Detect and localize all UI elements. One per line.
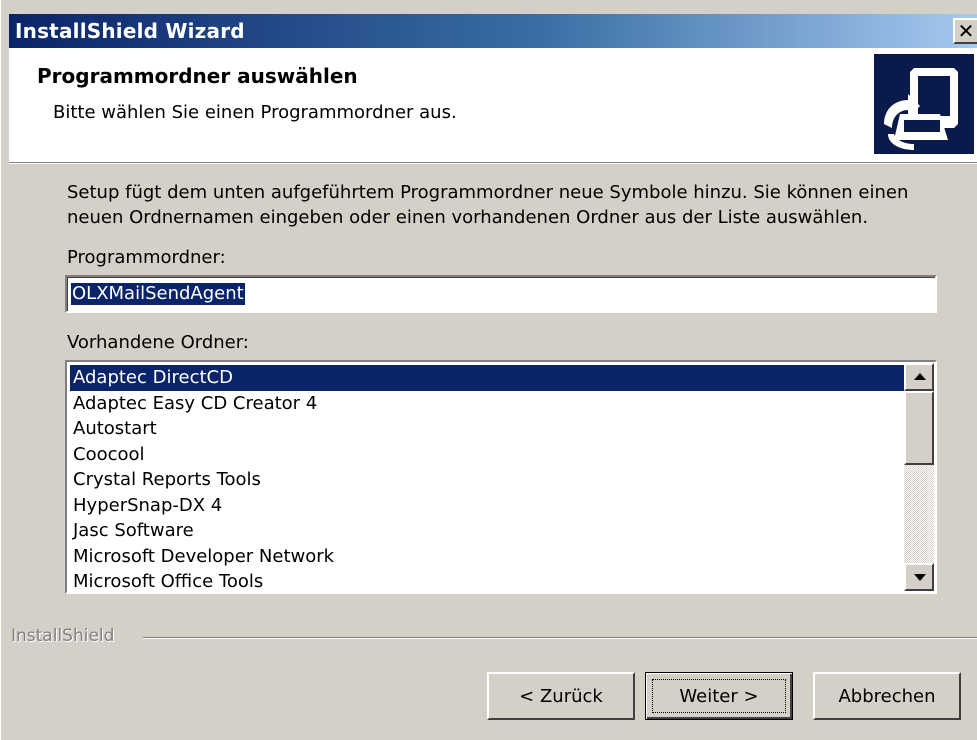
existing-folders-label: Vorhandene Ordner: xyxy=(67,332,249,353)
list-item[interactable]: Crystal Reports Tools xyxy=(70,467,905,493)
description-text: Setup fügt dem unten aufgeführtem Progra… xyxy=(67,182,909,228)
installshield-window: InstallShield Wizard ✕ Programmordner au… xyxy=(0,0,977,740)
window-title: InstallShield Wizard xyxy=(15,19,245,43)
cancel-button-label: Abbrechen xyxy=(838,685,936,707)
list-item[interactable]: Microsoft Office Tools xyxy=(70,569,905,592)
title-bar[interactable]: InstallShield Wizard xyxy=(9,14,977,48)
folder-list-items: Adaptec DirectCD Adaptec Easy CD Creator … xyxy=(70,365,905,592)
program-folder-input[interactable]: OLXMailSendAgent xyxy=(65,275,937,313)
page-title: Programmordner auswählen xyxy=(37,64,358,88)
close-icon: ✕ xyxy=(957,19,975,43)
header-divider xyxy=(9,163,977,164)
footer-divider xyxy=(143,637,977,639)
back-button-label: < Zurück xyxy=(519,685,603,707)
scroll-down-button[interactable] xyxy=(904,563,934,591)
list-item[interactable]: Autostart xyxy=(70,416,905,442)
scroll-down-arrow-icon xyxy=(914,574,926,581)
scroll-up-button[interactable] xyxy=(904,363,934,391)
list-item[interactable]: Microsoft Developer Network xyxy=(70,544,905,570)
list-item[interactable]: HyperSnap-DX 4 xyxy=(70,493,905,519)
cancel-button[interactable]: Abbrechen xyxy=(813,672,961,720)
page-subtitle: Bitte wählen Sie einen Programmordner au… xyxy=(53,102,457,123)
setup-computer-icon xyxy=(874,54,974,154)
list-item[interactable]: Adaptec Easy CD Creator 4 xyxy=(70,391,905,417)
next-button-focus-ring xyxy=(652,679,786,713)
folder-list-scrollbar[interactable] xyxy=(904,363,934,591)
list-item[interactable]: Adaptec DirectCD xyxy=(70,365,905,391)
program-folder-label: Programmordner: xyxy=(67,247,226,268)
wizard-header: Programmordner auswählen Bitte wählen Si… xyxy=(9,48,977,163)
list-item[interactable]: Coocool xyxy=(70,442,905,468)
installshield-brand: InstallShield xyxy=(11,626,115,646)
back-button[interactable]: < Zurück xyxy=(487,672,635,720)
program-folder-value[interactable]: OLXMailSendAgent xyxy=(71,283,245,305)
close-button[interactable]: ✕ xyxy=(953,18,977,44)
next-button[interactable]: Weiter > xyxy=(645,672,793,720)
list-item[interactable]: Jasc Software xyxy=(70,518,905,544)
scroll-thumb[interactable] xyxy=(904,391,934,465)
scroll-up-arrow-icon xyxy=(914,373,926,380)
existing-folders-list[interactable]: Adaptec DirectCD Adaptec Easy CD Creator … xyxy=(65,360,937,594)
